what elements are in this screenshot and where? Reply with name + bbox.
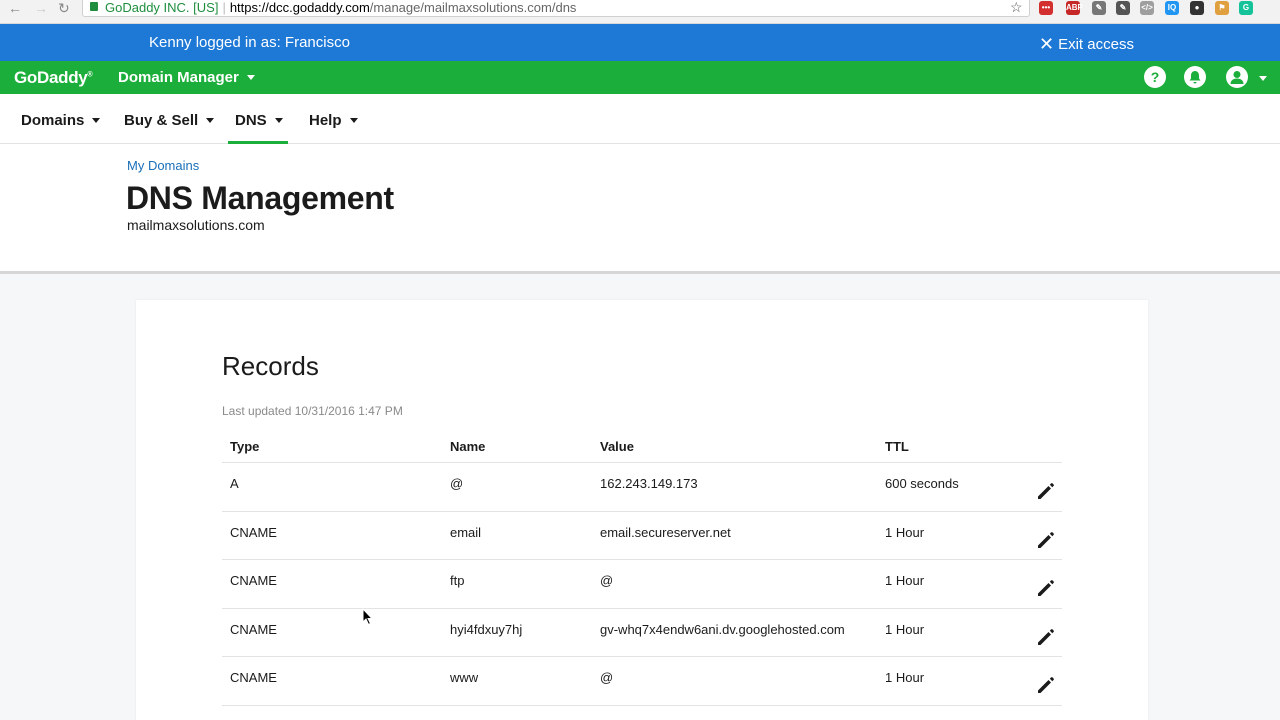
mouse-cursor-icon — [362, 608, 374, 626]
nav-help-label: Help — [309, 112, 342, 129]
top-bar: GoDaddy® Domain Manager ? — [0, 61, 1280, 94]
nav-domains[interactable]: Domains — [21, 112, 101, 129]
bookmark-star-icon[interactable]: ☆ — [1010, 0, 1023, 15]
forward-icon[interactable]: → — [34, 0, 48, 16]
eyedropper-icon[interactable]: ✎ — [1092, 1, 1106, 15]
nav-buy-sell-label: Buy & Sell — [124, 112, 199, 129]
reload-icon[interactable]: ↻ — [58, 0, 70, 16]
url-host: https://dcc.godaddy.com — [229, 0, 370, 15]
record-ttl: 1 Hour — [885, 573, 925, 588]
breadcrumb-my-domains[interactable]: My Domains — [127, 158, 199, 173]
record-value: @ — [600, 573, 614, 588]
account-avatar-icon[interactable] — [1226, 66, 1248, 88]
close-icon: ✕ — [1039, 34, 1055, 54]
back-icon[interactable]: ← — [8, 0, 22, 16]
record-type: A — [230, 476, 239, 491]
domain-name: mailmaxsolutions.com — [127, 217, 265, 233]
record-type: CNAME — [230, 670, 277, 685]
bookmark-icon[interactable]: ⚑ — [1215, 1, 1229, 15]
extension-red-icon[interactable]: ••• — [1039, 1, 1053, 15]
record-ttl: 1 Hour — [885, 670, 925, 685]
record-value: gv-whq7x4endw6ani.dv.googlehosted.com — [600, 621, 845, 637]
nav-dns[interactable]: DNS — [235, 112, 283, 129]
last-updated: Last updated 10/31/2016 1:47 PM — [222, 404, 403, 418]
page-title: DNS Management — [126, 180, 394, 216]
record-name: @ — [450, 476, 464, 491]
logo-text: GoDaddy — [14, 68, 88, 87]
address-bar[interactable]: GoDaddy INC. [US] | https://dcc.godaddy.co… — [82, 0, 1030, 17]
chevron-down-icon — [274, 118, 283, 123]
eyedropper2-icon[interactable]: ✎ — [1116, 1, 1130, 15]
chevron-down-icon — [246, 75, 255, 80]
secure-label: GoDaddy INC. [US] — [105, 0, 219, 15]
browser-chrome: ← → ↻ GoDaddy INC. [US] | https://dcc.goda… — [0, 0, 1280, 24]
record-value: 162.243.149.173 — [600, 476, 698, 491]
exit-access-button[interactable]: ✕ Exit access — [1039, 34, 1134, 55]
sub-navigation: Domains Buy & Sell DNS Help — [0, 94, 1280, 144]
exit-access-label: Exit access — [1058, 36, 1134, 53]
edit-pencil-icon[interactable] — [1034, 528, 1058, 552]
record-value: @ — [600, 670, 614, 685]
record-type: CNAME — [230, 573, 277, 588]
table-header: Type Name Value TTL — [222, 434, 1062, 463]
page-header: My Domains DNS Management mailmaxsolutio… — [0, 144, 1280, 274]
address-separator: | — [222, 0, 226, 15]
table-row: CNAME — [222, 706, 1062, 720]
table-body: A @162.243.149.173 600 seconds CNAME email em… — [222, 463, 1062, 720]
column-header-name: Name — [450, 439, 486, 454]
edit-pencil-icon[interactable] — [1034, 625, 1058, 649]
records-title: Records — [222, 351, 319, 381]
iq-icon[interactable]: IQ — [1165, 1, 1179, 15]
nav-domains-label: Domains — [21, 112, 85, 129]
record-type: CNAME — [230, 524, 277, 540]
table-row: A @162.243.149.173 600 seconds — [222, 463, 1062, 512]
column-header-type: Type — [230, 439, 260, 454]
chevron-down-icon — [206, 118, 215, 123]
record-name: email — [450, 524, 482, 540]
url-path: /manage/mailmaxsolutions.com/dns — [369, 0, 577, 15]
impersonation-bar: Kenny logged in as: Francisco ✕ Exit acce… — [0, 24, 1280, 61]
record-name: www — [450, 670, 479, 685]
column-header-ttl: TTL — [885, 439, 909, 454]
help-icon-glyph: ? — [1150, 69, 1160, 85]
domain-manager-menu[interactable]: Domain Manager — [118, 69, 255, 86]
bell-icon — [1189, 71, 1201, 84]
record-ttl: 1 Hour — [885, 621, 925, 637]
chevron-down-icon — [349, 118, 358, 123]
code-icon[interactable]: </> — [1140, 1, 1154, 15]
nav-dns-label: DNS — [235, 112, 267, 129]
record-name: hyi4fdxuy7hj — [450, 621, 523, 637]
table-row: CNAME ftp @1 Hour — [222, 560, 1062, 609]
record-ttl: 1 Hour — [885, 524, 925, 540]
lock-icon — [90, 2, 98, 11]
camera-icon[interactable]: ● — [1190, 1, 1204, 15]
domain-manager-label: Domain Manager — [118, 69, 239, 86]
nav-buy-sell[interactable]: Buy & Sell — [124, 112, 215, 129]
edit-pencil-icon[interactable] — [1034, 576, 1058, 600]
table-row: CNAME email email.secureserver.net 1 Hour — [222, 512, 1062, 560]
godaddy-logo[interactable]: GoDaddy® — [14, 68, 93, 88]
table-row: CNAME hyi4fdxuy7hj gv-whq7x4endw6ani.dv.go… — [222, 609, 1062, 657]
nav-help[interactable]: Help — [309, 112, 358, 129]
chevron-down-icon — [92, 118, 101, 123]
impersonation-message: Kenny logged in as: Francisco — [149, 34, 350, 51]
abp-icon[interactable]: ABP — [1066, 1, 1083, 15]
records-card: Records Last updated 10/31/2016 1:47 PM … — [136, 300, 1148, 720]
record-type: CNAME — [230, 621, 277, 637]
grammarly-icon[interactable]: G — [1239, 1, 1253, 15]
table-row: CNAME www @1 Hour — [222, 657, 1062, 706]
help-icon[interactable]: ? — [1144, 66, 1166, 88]
user-icon — [1230, 71, 1244, 84]
record-ttl: 600 seconds — [885, 476, 959, 491]
records-table: Type Name Value TTL A @162.243.149.173 600… — [222, 434, 1062, 720]
record-name: ftp — [450, 573, 465, 588]
column-header-value: Value — [600, 439, 634, 454]
notifications-bell-icon[interactable] — [1184, 66, 1206, 88]
registered-mark: ® — [87, 71, 93, 79]
account-chevron-down-icon[interactable] — [1259, 76, 1267, 81]
edit-pencil-icon[interactable] — [1034, 673, 1058, 697]
record-value: email.secureserver.net — [600, 524, 731, 540]
edit-pencil-icon[interactable] — [1034, 479, 1058, 503]
